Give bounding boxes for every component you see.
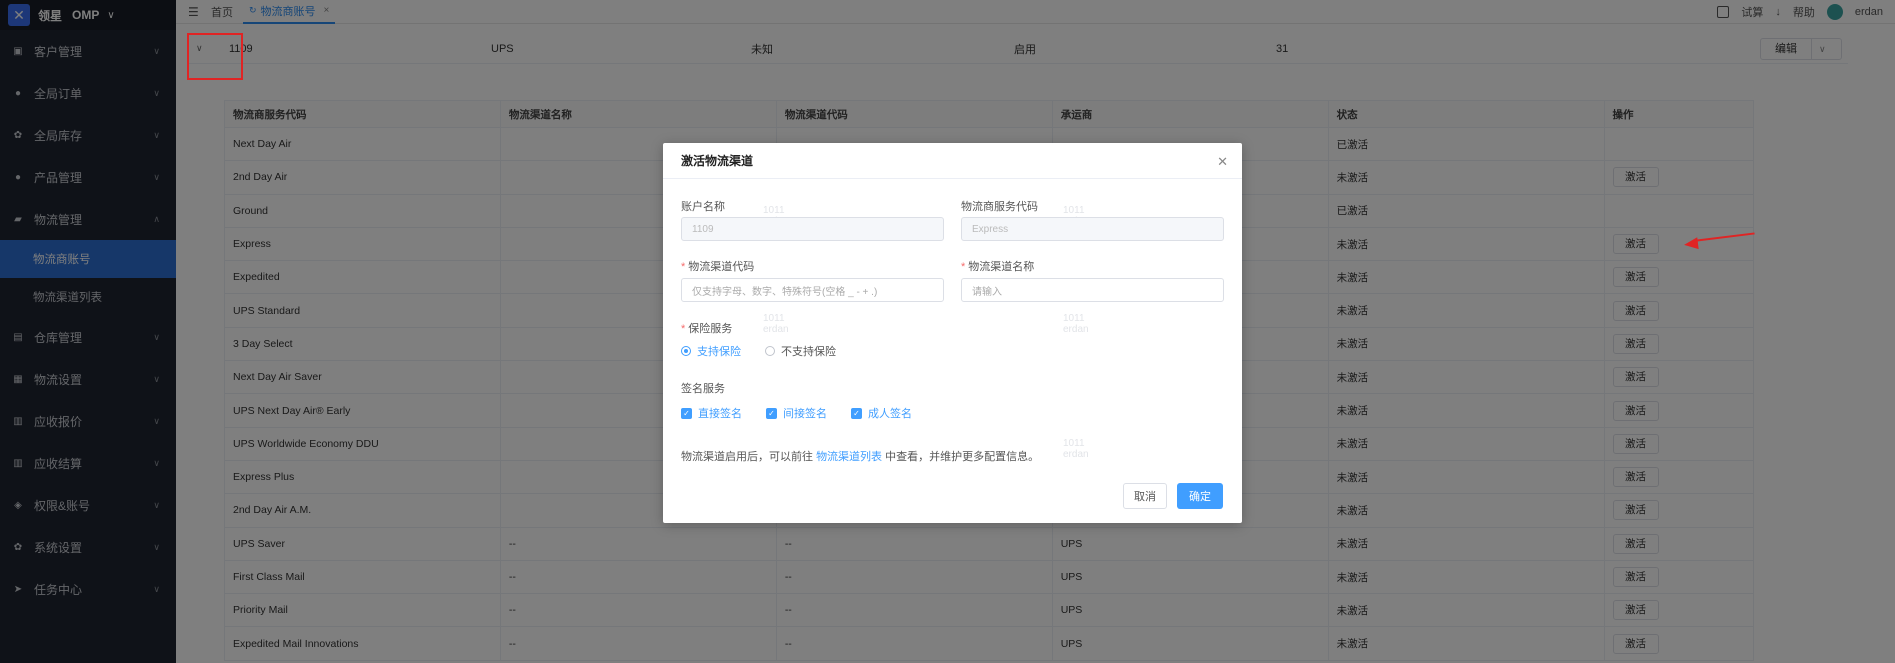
check-icon[interactable]: ✓ bbox=[851, 407, 862, 419]
watermark: 1011erdan bbox=[763, 313, 789, 335]
insurance-no-radio[interactable] bbox=[765, 346, 775, 356]
account-name-field: 1109 bbox=[681, 217, 944, 241]
highlight-box bbox=[187, 33, 243, 80]
channel-code-input[interactable]: 仅支持字母、数字、特殊符号(空格 _ - + .) bbox=[681, 278, 944, 302]
signature-label: 签名服务 bbox=[681, 383, 725, 395]
channel-list-link[interactable]: 物流渠道列表 bbox=[816, 451, 882, 463]
watermark: 1011erdan bbox=[1063, 313, 1089, 335]
activation-note: 物流渠道启用后，可以前往 物流渠道列表 中查看，并维护更多配置信息。 bbox=[681, 451, 1040, 463]
adult-signature-label[interactable]: 成人签名 bbox=[868, 405, 912, 421]
direct-signature-label[interactable]: 直接签名 bbox=[698, 405, 742, 421]
cancel-button[interactable]: 取消 bbox=[1123, 483, 1167, 509]
confirm-button[interactable]: 确定 bbox=[1177, 483, 1223, 509]
channel-name-label: * 物流渠道名称 bbox=[961, 261, 1035, 273]
check-icon[interactable]: ✓ bbox=[681, 407, 692, 419]
check-icon[interactable]: ✓ bbox=[766, 407, 777, 419]
insurance-yes-label[interactable]: 支持保险 bbox=[697, 343, 741, 359]
insurance-no-label[interactable]: 不支持保险 bbox=[781, 343, 836, 359]
dialog-header: 激活物流渠道 ✕ bbox=[663, 143, 1242, 179]
insurance-radio-group: 支持保险 不支持保险 bbox=[681, 343, 860, 359]
dialog-title: 激活物流渠道 bbox=[681, 154, 754, 168]
insurance-yes-radio[interactable] bbox=[681, 346, 691, 356]
activate-channel-dialog: 激活物流渠道 ✕ 1011erdan 1011erdan 1011erdan 1… bbox=[663, 143, 1242, 523]
close-icon[interactable]: ✕ bbox=[1217, 154, 1228, 170]
signature-checkbox-group: ✓ 直接签名 ✓ 间接签名 ✓ 成人签名 bbox=[681, 405, 936, 421]
channel-code-label: * 物流渠道代码 bbox=[681, 261, 755, 273]
service-code-label: 物流商服务代码 bbox=[961, 201, 1038, 213]
watermark: 1011erdan bbox=[1063, 438, 1089, 460]
service-code-field: Express bbox=[961, 217, 1224, 241]
account-name-label: 账户名称 bbox=[681, 201, 725, 213]
channel-name-input[interactable]: 请输入 bbox=[961, 278, 1224, 302]
arrow-annotation-head bbox=[1683, 237, 1699, 251]
insurance-label: * 保险服务 bbox=[681, 323, 733, 335]
indirect-signature-label[interactable]: 间接签名 bbox=[783, 405, 827, 421]
